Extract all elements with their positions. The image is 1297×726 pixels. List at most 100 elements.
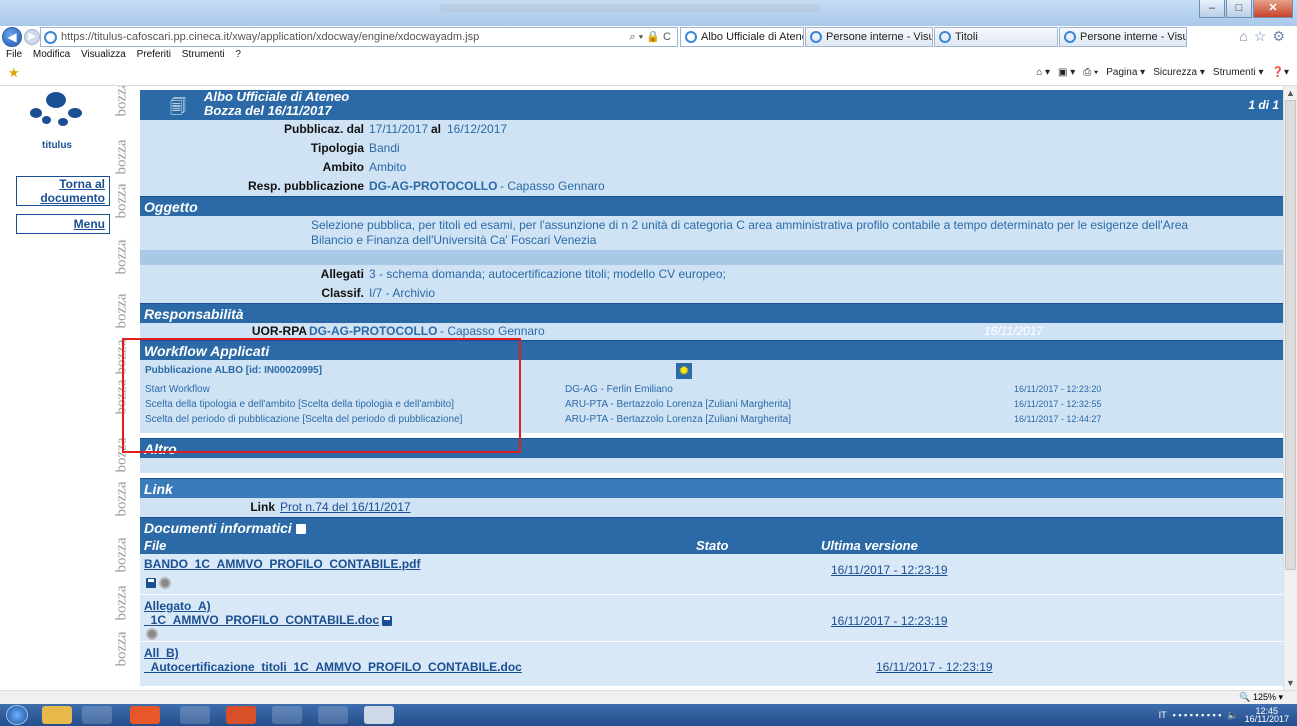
workflow-date: 16/11/2017 - 12:44:27: [1014, 414, 1102, 424]
forward-icon[interactable]: ▶: [24, 29, 40, 45]
clock[interactable]: 12:45 16/11/2017: [1245, 707, 1289, 724]
seal-icon[interactable]: [146, 628, 158, 640]
star-icon: ☆: [1253, 28, 1273, 44]
menu-strumenti[interactable]: Strumenti: [182, 49, 225, 60]
language-indicator[interactable]: IT: [1159, 710, 1167, 720]
tab-albo[interactable]: Albo Ufficiale di Ateneo: Sel... ✕: [680, 27, 804, 47]
docinfo-header: Documenti informatici: [140, 517, 1283, 537]
maximize-button[interactable]: □: [1226, 0, 1252, 18]
chrome-taskbar-icon[interactable]: [272, 706, 302, 724]
app-taskbar-icon[interactable]: [180, 706, 210, 724]
menu-button[interactable]: Menu: [16, 214, 110, 234]
workflow-user: DG-AG - Ferlin Emiliano: [565, 384, 673, 395]
menu-help[interactable]: ?: [235, 49, 241, 60]
bozza-watermark: bozza: [113, 183, 130, 219]
ie-icon: [1064, 31, 1076, 43]
feeds-icon[interactable]: ▣ ▾: [1058, 67, 1075, 78]
word-taskbar-icon[interactable]: [364, 706, 394, 724]
page-count: 1 di 1: [1248, 98, 1279, 112]
address-bar[interactable]: https://titulus-cafoscari.pp.cineca.it/x…: [40, 27, 678, 47]
tab-persone-1[interactable]: Persone interne - Visualizzazio...: [805, 27, 933, 47]
save-icon[interactable]: [146, 577, 156, 588]
ie-icon: [810, 31, 822, 43]
status-bar: 🔍 125% ▾: [0, 690, 1297, 704]
address-text: https://titulus-cafoscari.pp.cineca.it/x…: [61, 31, 480, 43]
oggetto-row: Selezione pubblica, per titoli ed esami,…: [140, 216, 1283, 250]
window-title-bar: – □ ✕: [0, 0, 1297, 26]
file-link[interactable]: _Autocertificazione_titoli_1C_AMMVO_PROF…: [144, 660, 522, 674]
powerpoint-taskbar-icon[interactable]: [226, 706, 256, 724]
navigation-bar: ◀ ▶ https://titulus-cafoscari.pp.cineca.…: [0, 26, 1297, 48]
file-link[interactable]: BANDO_1C_AMMVO_PROFILO_CONTABILE.pdf: [144, 557, 420, 571]
logo-text: titulus: [42, 140, 72, 151]
favorites-star-icon[interactable]: ★: [8, 65, 20, 81]
document-header: 🗐 Albo Ufficiale di Ateneo Bozza del 16/…: [140, 90, 1283, 120]
menu-preferiti[interactable]: Preferiti: [137, 49, 171, 60]
explorer-taskbar-icon[interactable]: [42, 706, 72, 724]
workflow-status-icon[interactable]: ✹: [676, 363, 692, 379]
back-to-document-button[interactable]: Torna al documento: [16, 176, 110, 206]
altro-row: [140, 458, 1283, 473]
tab-titoli[interactable]: Titoli: [934, 27, 1058, 47]
ie-taskbar-icon[interactable]: [82, 706, 112, 724]
close-button[interactable]: ✕: [1253, 0, 1293, 18]
minimize-button[interactable]: –: [1199, 0, 1225, 18]
scroll-up-icon[interactable]: ▲: [1286, 88, 1295, 98]
link-protocol[interactable]: Prot n.74 del 16/11/2017: [280, 498, 411, 517]
document-icon[interactable]: 🗐: [170, 96, 186, 123]
zoom-level[interactable]: 125%: [1253, 692, 1276, 702]
zoom-icon[interactable]: 🔍: [1239, 692, 1250, 702]
paint-taskbar-icon[interactable]: [318, 706, 348, 724]
tipologia-label: Tipologia: [310, 141, 364, 155]
docinfo-title: Documenti informatici: [144, 520, 292, 536]
pubblicazione-row: Pubblicaz. dal 17/11/2017 al 16/12/2017: [140, 120, 1283, 139]
col-stato: Stato: [696, 538, 729, 553]
menu-visualizza[interactable]: Visualizza: [81, 49, 126, 60]
allegati-label: Allegati: [320, 267, 364, 281]
vertical-scrollbar[interactable]: ▲ ▼: [1283, 86, 1297, 690]
file-version-link[interactable]: 16/11/2017 - 12:23:19: [876, 660, 993, 674]
bozza-watermark: bozza: [113, 537, 130, 573]
scrollbar-thumb[interactable]: [1285, 100, 1296, 570]
tray-icons[interactable]: ▪ ▪ ▪ ▪ ▪ ▪ ▪ ▪ ▪: [1173, 710, 1222, 720]
uor-date: 16/11/2017: [984, 324, 1044, 338]
resp-person: - Capasso Gennaro: [500, 179, 605, 193]
file-version-link[interactable]: 16/11/2017 - 12:23:19: [831, 563, 948, 577]
responsabilita-header: Responsabilità: [140, 303, 1283, 323]
file-prefix-link[interactable]: All_B): [144, 646, 179, 660]
ambito-label: Ambito: [322, 160, 364, 174]
cmd-strumenti[interactable]: Strumenti ▾: [1213, 67, 1264, 78]
start-button[interactable]: [6, 705, 28, 725]
address-tools[interactable]: ⌕ ▾ 🔒 C: [629, 28, 671, 46]
classif-value: I/7 - Archivio: [369, 286, 436, 300]
bozza-watermark: bozza: [113, 239, 130, 275]
separator-bar: [140, 250, 1283, 265]
file-row: All_B) _Autocertificazione_titoli_1C_AMM…: [140, 642, 1283, 686]
save-icon[interactable]: [295, 524, 306, 535]
scroll-down-icon[interactable]: ▼: [1286, 678, 1295, 688]
home-cmd-icon[interactable]: ⌂ ▾: [1036, 67, 1050, 78]
ie-icon: [685, 31, 697, 43]
help-icon[interactable]: ❓▾: [1272, 67, 1289, 78]
office-taskbar-icon[interactable]: [130, 706, 160, 724]
print-icon[interactable]: ⎙ ▾: [1083, 67, 1098, 78]
file-version-link[interactable]: 16/11/2017 - 12:23:19: [831, 614, 948, 628]
back-icon[interactable]: ◀: [2, 27, 22, 47]
col-ultima-versione: Ultima versione: [821, 538, 918, 553]
save-icon[interactable]: [382, 615, 393, 626]
cmd-pagina[interactable]: Pagina ▾: [1106, 67, 1145, 78]
toolbar-icons[interactable]: ⌂☆⚙: [1239, 28, 1291, 45]
file-row: BANDO_1C_AMMVO_PROFILO_CONTABILE.pdf 16/…: [140, 554, 1283, 594]
pubblicazione-to: 16/12/2017: [447, 122, 508, 136]
cmd-sicurezza[interactable]: Sicurezza ▾: [1153, 67, 1205, 78]
file-row: Allegato_A) _1C_AMMVO_PROFILO_CONTABILE.…: [140, 595, 1283, 641]
seal-icon[interactable]: [159, 576, 172, 589]
file-link[interactable]: _1C_AMMVO_PROFILO_CONTABILE.doc: [144, 613, 379, 627]
file-prefix-link[interactable]: Allegato_A): [144, 599, 211, 613]
volume-icon[interactable]: 🔈: [1227, 710, 1238, 721]
bozza-watermark: bozza: [113, 139, 130, 175]
tab-persone-2[interactable]: Persone interne - Visualizzazio...: [1059, 27, 1187, 47]
workflow-user: ARU-PTA - Bertazzolo Lorenza [Zuliani Ma…: [565, 414, 792, 425]
menu-file[interactable]: File: [6, 49, 22, 60]
menu-modifica[interactable]: Modifica: [33, 49, 70, 60]
